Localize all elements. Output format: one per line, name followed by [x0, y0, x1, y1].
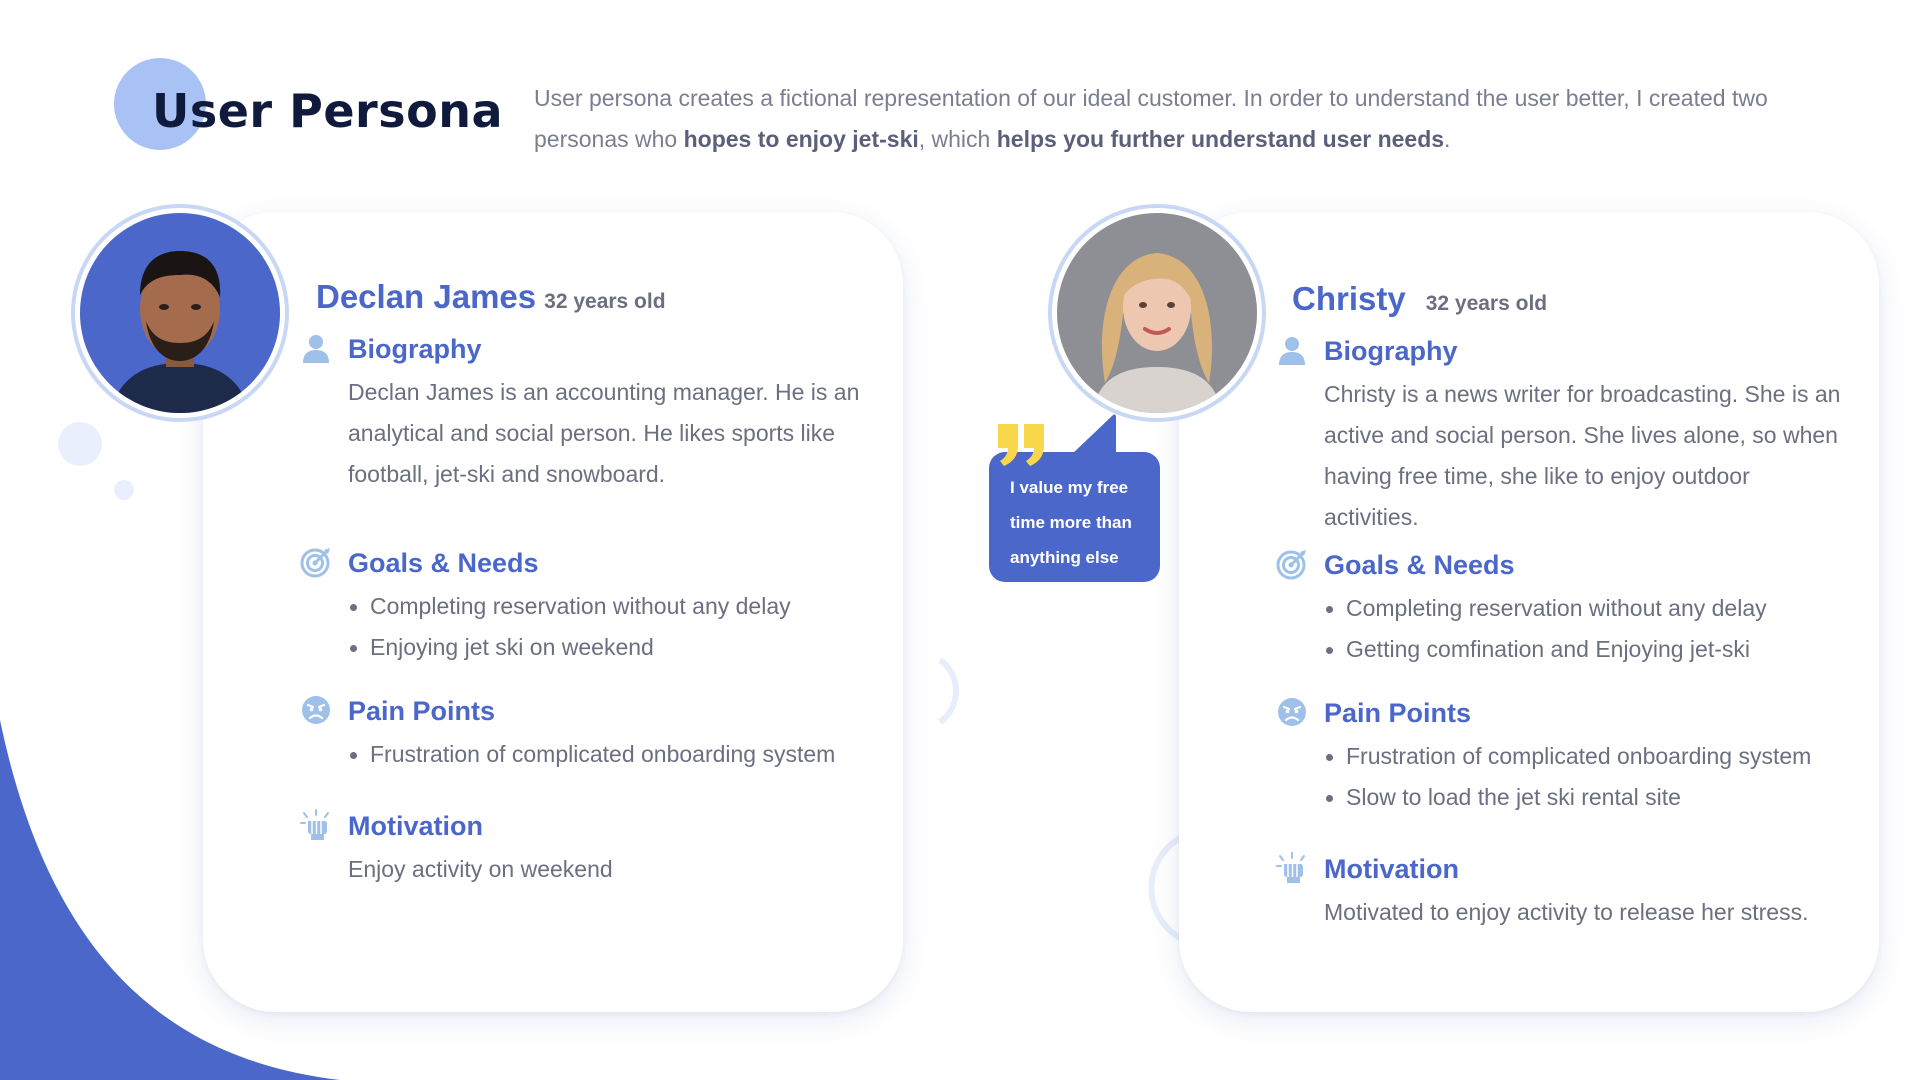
motivation-text: Enjoy activity on weekend — [348, 856, 613, 882]
persona-name: Declan James — [316, 278, 537, 315]
section-biography: Biography Christy is a news writer for b… — [1276, 332, 1920, 546]
section-goals: Goals & Needs Completing reservation wit… — [300, 544, 1000, 692]
persona-christy: Christy 32 years old Biography Christy i… — [1276, 280, 1920, 933]
user-icon — [1279, 337, 1305, 365]
goals-list: Completing reservation without any delay… — [1324, 588, 1920, 670]
fist-icon — [1276, 852, 1305, 883]
persona-age: 32 years old — [1425, 292, 1548, 315]
list-item: Slow to load the jet ski rental site — [1324, 777, 1920, 818]
pain-points-list: Frustration of complicated onboarding sy… — [1324, 736, 1920, 818]
persona-header: Christy 32 years old — [1292, 280, 1920, 320]
persona-age: 32 years old — [544, 290, 666, 313]
intro-part-2: , which — [918, 126, 997, 152]
page-title: User Persona — [152, 84, 503, 138]
persona-name: Christy — [1292, 280, 1406, 317]
section-title: Motivation — [1324, 854, 1459, 884]
quote-line-1: I value my free — [1010, 478, 1129, 497]
section-title: Biography — [348, 334, 482, 364]
angry-face-icon — [1278, 698, 1306, 726]
section-motivation: Motivation Motivated to enjoy activity t… — [1276, 850, 1920, 933]
section-biography: Biography Declan James is an accounting … — [300, 330, 1000, 544]
biography-text: Declan James is an accounting manager. H… — [348, 379, 860, 487]
quote-icon — [998, 424, 1044, 466]
speech-bubble-tail — [1070, 414, 1116, 456]
list-item: Completing reservation without any delay — [1324, 588, 1920, 629]
list-item: Frustration of complicated onboarding sy… — [348, 734, 1000, 775]
persona-declan: Declan James 32 years old Biography Decl… — [300, 278, 1000, 890]
user-icon — [303, 335, 329, 363]
quote-line-3: anything else — [1010, 548, 1119, 567]
target-icon — [300, 548, 330, 578]
list-item: Enjoying jet ski on weekend — [348, 627, 1000, 668]
avatar-declan — [80, 213, 280, 413]
list-item: Frustration of complicated onboarding sy… — [1324, 736, 1920, 777]
pain-points-list: Frustration of complicated onboarding sy… — [348, 734, 1000, 775]
list-item: Getting comfination and Enjoying jet-ski — [1324, 629, 1920, 670]
intro-bold-2: helps you further understand user needs — [996, 126, 1445, 152]
section-motivation: Motivation Enjoy activity on weekend — [300, 807, 1000, 890]
decor-circle-small — [114, 480, 134, 500]
decor-circle-large — [58, 422, 102, 466]
section-pain-points: Pain Points Frustration of complicated o… — [300, 692, 1000, 807]
section-title: Goals & Needs — [1324, 550, 1515, 580]
motivation-text: Motivated to enjoy activity to release h… — [1324, 899, 1809, 925]
intro-part-3: . — [1444, 126, 1451, 152]
quote-text: I value my free time more than anything el… — [1010, 470, 1152, 575]
target-icon — [1276, 550, 1306, 580]
angry-face-icon — [302, 696, 330, 724]
section-goals: Goals & Needs Completing reservation wit… — [1276, 546, 1920, 694]
section-title: Pain Points — [348, 696, 496, 726]
section-pain-points: Pain Points Frustration of complicated o… — [1276, 694, 1920, 850]
intro-bold-1: hopes to enjoy jet-ski — [683, 126, 919, 152]
persona-header: Declan James 32 years old — [316, 278, 1000, 318]
section-title: Pain Points — [1324, 698, 1472, 728]
list-item: Completing reservation without any delay — [348, 586, 1000, 627]
fist-icon — [300, 809, 329, 840]
goals-list: Completing reservation without any delay… — [348, 586, 1000, 668]
section-title: Biography — [1324, 336, 1458, 366]
biography-text: Christy is a news writer for broadcastin… — [1324, 381, 1841, 530]
avatar-christy — [1057, 213, 1257, 413]
intro-text: User persona creates a fictional represe… — [534, 78, 1804, 160]
section-title: Motivation — [348, 811, 483, 841]
quote-line-2: time more than — [1010, 513, 1132, 532]
section-title: Goals & Needs — [348, 548, 539, 578]
